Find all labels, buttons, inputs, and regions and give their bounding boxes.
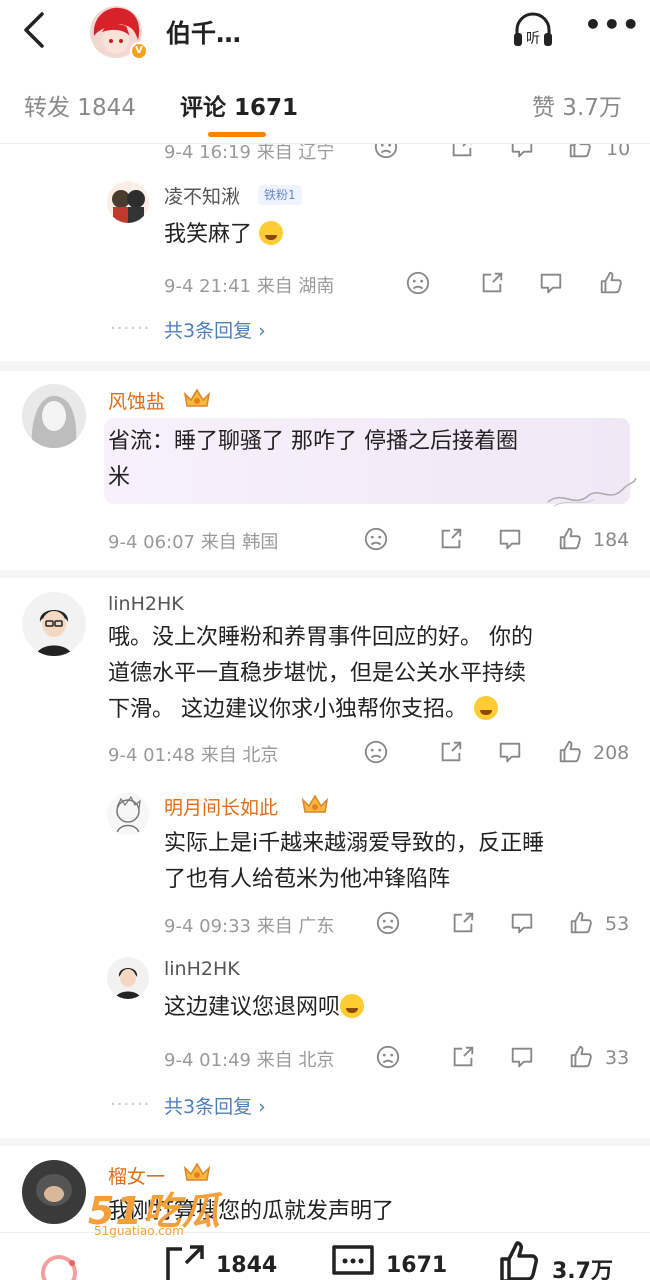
fan-badge: 铁粉1 xyxy=(258,185,302,205)
tab-likes[interactable]: 赞 3.7万 xyxy=(532,88,622,122)
like-count[interactable]: 3.7万 xyxy=(552,1253,613,1280)
more-options-icon[interactable]: ••• xyxy=(584,11,640,42)
like-count: 208 xyxy=(593,742,630,764)
comment-text: 这边建议您退网呗 xyxy=(164,990,365,1026)
repost-icon[interactable] xyxy=(162,1243,204,1280)
tab-bar: 转发 1844 评论 1671 赞 3.7万 xyxy=(0,62,650,144)
laugh-cry-emoji-icon xyxy=(259,221,284,245)
like-icon[interactable] xyxy=(556,739,584,765)
reply-icon[interactable] xyxy=(496,526,524,552)
page-title: 伯千… xyxy=(166,19,242,48)
dislike-icon[interactable] xyxy=(362,526,390,552)
dislike-icon[interactable] xyxy=(404,270,432,296)
commenter-name[interactable]: 凌不知湫 xyxy=(164,182,240,209)
comment-text: 哦。没上次睡粉和养胃事件回应的好。 你的 道德水平一直稳步堪忧，但是公关水平持续… xyxy=(108,620,533,728)
dislike-icon[interactable] xyxy=(374,1044,402,1070)
comment-line: 实际上是i千越来越溺爱导致的，反正睡 xyxy=(164,831,545,856)
divider xyxy=(0,570,650,578)
more-replies-link[interactable]: 共3条回复 › xyxy=(164,1092,266,1119)
like-count: 53 xyxy=(605,913,630,935)
listen-icon[interactable]: 听 xyxy=(512,10,554,50)
like-thumb-icon[interactable] xyxy=(498,1239,540,1280)
comment-text-content: 这边建议您退网呗 xyxy=(164,995,341,1020)
commenter-name[interactable]: 风蚀盐 xyxy=(108,387,165,414)
dislike-icon[interactable] xyxy=(374,910,402,936)
avatar[interactable] xyxy=(107,793,149,835)
tab-reposts[interactable]: 转发 1844 xyxy=(24,88,136,122)
watermark-url: 51guatiao.com xyxy=(94,1224,184,1238)
sweat-smile-emoji-icon xyxy=(474,696,498,720)
share-icon[interactable] xyxy=(437,526,465,552)
like-count: 33 xyxy=(605,1047,630,1069)
bottom-action-bar: 1844 1671 3.7万 xyxy=(0,1232,650,1280)
avatar[interactable] xyxy=(22,1160,86,1224)
comment-line: 米 xyxy=(108,465,131,490)
comment-text: 实际上是i千越来越溺爱导致的，反正睡 了也有人给苞米为他冲锋陷阵 xyxy=(164,826,544,898)
comment-text: 我笑麻了 xyxy=(164,217,284,253)
dislike-icon[interactable] xyxy=(362,739,390,765)
comment-meta: 9-4 01:48 来自 北京 xyxy=(108,745,279,766)
more-replies-link[interactable]: 共3条回复 › xyxy=(164,316,266,343)
share-icon[interactable] xyxy=(478,270,506,296)
comment-icon[interactable] xyxy=(330,1243,376,1280)
divider xyxy=(0,1138,650,1146)
like-icon[interactable] xyxy=(597,270,625,296)
commenter-name[interactable]: 明月间长如此 xyxy=(164,793,278,820)
share-icon[interactable] xyxy=(449,1044,477,1070)
avatar[interactable] xyxy=(22,384,86,448)
decorative-swirl-icon xyxy=(547,477,637,507)
comment-line: 省流：睡了聊骚了 那咋了 停播之后接着圈 xyxy=(108,429,518,454)
like-icon[interactable] xyxy=(567,910,595,936)
like-icon[interactable] xyxy=(567,1044,595,1070)
active-tab-indicator xyxy=(208,132,266,137)
avatar[interactable] xyxy=(107,957,149,999)
top-bar: V 伯千… 听 ••• xyxy=(0,0,650,62)
avatar[interactable] xyxy=(22,592,86,656)
crown-badge-icon xyxy=(301,794,329,813)
share-icon[interactable] xyxy=(437,739,465,765)
repost-count[interactable]: 1844 xyxy=(216,1253,277,1278)
reply-icon[interactable] xyxy=(508,1044,536,1070)
comment-line: 哦。没上次睡粉和养胃事件回应的好。 你的 xyxy=(108,625,533,650)
like-icon[interactable] xyxy=(556,526,584,552)
reply-icon[interactable] xyxy=(508,910,536,936)
comment-text-content: 我笑麻了 xyxy=(164,222,253,247)
divider xyxy=(0,361,650,371)
comment-count[interactable]: 1671 xyxy=(386,1253,447,1278)
share-icon[interactable] xyxy=(449,910,477,936)
comment-meta: 9-4 21:41 来自 湖南 xyxy=(164,276,335,297)
verified-v-icon: V xyxy=(130,42,148,60)
crown-badge-icon xyxy=(183,388,211,407)
tab-comments[interactable]: 评论 1671 xyxy=(180,88,298,122)
reply-icon[interactable] xyxy=(496,739,524,765)
reply-icon[interactable] xyxy=(537,270,565,296)
thread-dots: ······ xyxy=(110,318,151,339)
sweat-smile-emoji-icon xyxy=(340,994,365,1018)
svg-text:听: 听 xyxy=(526,31,540,47)
comment-meta: 9-4 06:07 来自 韩国 xyxy=(108,532,279,553)
comment-line: 了也有人给苞米为他冲锋陷阵 xyxy=(164,867,451,892)
comment-text: 省流：睡了聊骚了 那咋了 停播之后接着圈 米 xyxy=(108,424,518,496)
comment-meta: 9-4 01:49 来自 北京 xyxy=(164,1050,335,1071)
watermark: 51吃瓜 51guatiao.com xyxy=(88,1180,221,1238)
like-count: 184 xyxy=(593,529,630,551)
comment-line: 下滑。 这边建议你求小独帮你支招。 xyxy=(108,697,467,722)
back-arrow-icon[interactable] xyxy=(20,10,50,50)
comment-meta: 9-4 09:33 来自 广东 xyxy=(164,916,335,937)
avatar[interactable] xyxy=(107,181,149,223)
ring-loading-icon[interactable] xyxy=(38,1245,80,1280)
commenter-name[interactable]: linH2HK xyxy=(108,593,184,615)
commenter-name[interactable]: linH2HK xyxy=(164,958,240,980)
thread-dots: ······ xyxy=(110,1094,151,1115)
comment-line: 道德水平一直稳步堪忧，但是公关水平持续 xyxy=(108,661,527,686)
